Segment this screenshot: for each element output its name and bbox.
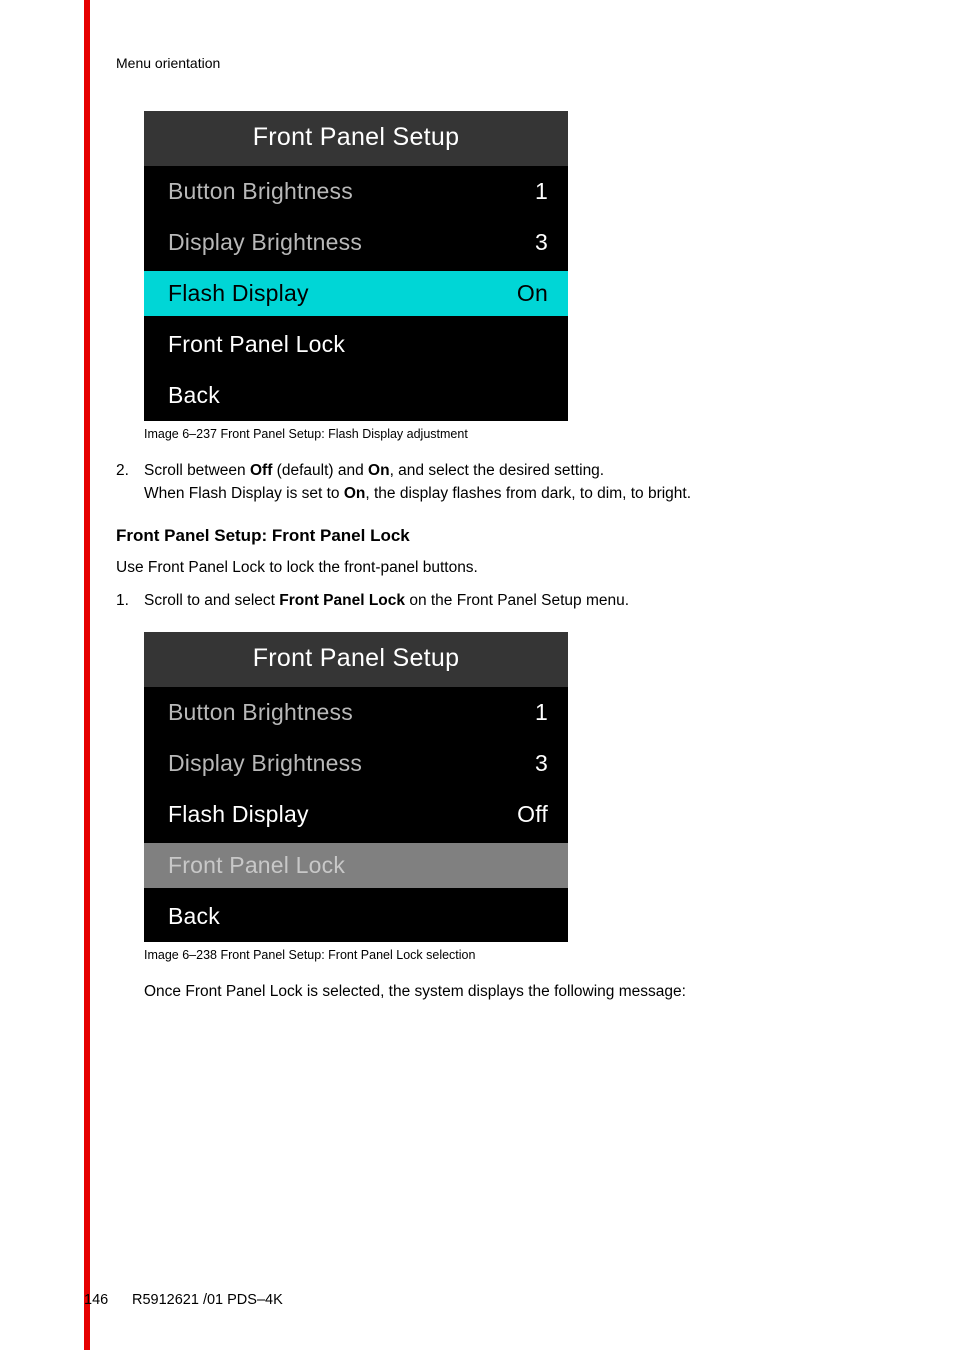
paragraph: Once Front Panel Lock is selected, the s… (144, 980, 894, 1003)
menu-value: On (517, 280, 548, 307)
running-header: Menu orientation (116, 55, 894, 71)
step-number: 2. (116, 459, 129, 482)
step-text: Scroll to and select Front Panel Lock on… (144, 592, 629, 609)
menu-value: 3 (535, 750, 548, 777)
menu-row-flash-display: Flash Display On (144, 268, 568, 319)
menu-label: Front Panel Lock (168, 331, 538, 358)
menu-row-front-panel-lock: Front Panel Lock (144, 319, 568, 370)
menu-screenshot-1: Front Panel Setup Button Brightness 1 Di… (144, 111, 568, 421)
menu-screenshot-2: Front Panel Setup Button Brightness 1 Di… (144, 632, 568, 942)
menu-title: Front Panel Setup (144, 111, 568, 166)
menu-row-back: Back (144, 891, 568, 942)
paragraph: Use Front Panel Lock to lock the front-p… (116, 556, 894, 579)
menu-row-button-brightness: Button Brightness 1 (144, 166, 568, 217)
image-caption-1: Image 6–237 Front Panel Setup: Flash Dis… (144, 427, 894, 441)
doc-reference: R5912621 /01 PDS–4K (132, 1292, 283, 1308)
menu-label: Button Brightness (168, 178, 525, 205)
menu-row-front-panel-lock: Front Panel Lock (144, 840, 568, 891)
page-footer: 146 R5912621 /01 PDS–4K (84, 1292, 283, 1308)
step-number: 1. (116, 589, 129, 612)
menu-value: 1 (535, 178, 548, 205)
menu-label: Back (168, 903, 538, 930)
menu-label: Front Panel Lock (168, 852, 538, 879)
menu-row-button-brightness: Button Brightness 1 (144, 687, 568, 738)
accent-bar (84, 0, 90, 1350)
menu-row-flash-display: Flash Display Off (144, 789, 568, 840)
menu-title: Front Panel Setup (144, 632, 568, 687)
menu-row-display-brightness: Display Brightness 3 (144, 217, 568, 268)
menu-row-back: Back (144, 370, 568, 421)
menu-row-display-brightness: Display Brightness 3 (144, 738, 568, 789)
menu-label: Display Brightness (168, 229, 525, 256)
menu-label: Flash Display (168, 801, 507, 828)
image-caption-2: Image 6–238 Front Panel Setup: Front Pan… (144, 948, 894, 962)
page-number: 146 (84, 1292, 132, 1308)
menu-value: Off (517, 801, 548, 828)
step-1: 1. Scroll to and select Front Panel Lock… (116, 589, 894, 612)
step-2: 2. Scroll between Off (default) and On, … (116, 459, 894, 506)
menu-label: Flash Display (168, 280, 507, 307)
menu-value: 3 (535, 229, 548, 256)
menu-label: Display Brightness (168, 750, 525, 777)
menu-value: 1 (535, 699, 548, 726)
section-heading: Front Panel Setup: Front Panel Lock (116, 526, 894, 546)
step-text: Scroll between Off (default) and On, and… (144, 462, 691, 502)
menu-label: Button Brightness (168, 699, 525, 726)
menu-label: Back (168, 382, 538, 409)
